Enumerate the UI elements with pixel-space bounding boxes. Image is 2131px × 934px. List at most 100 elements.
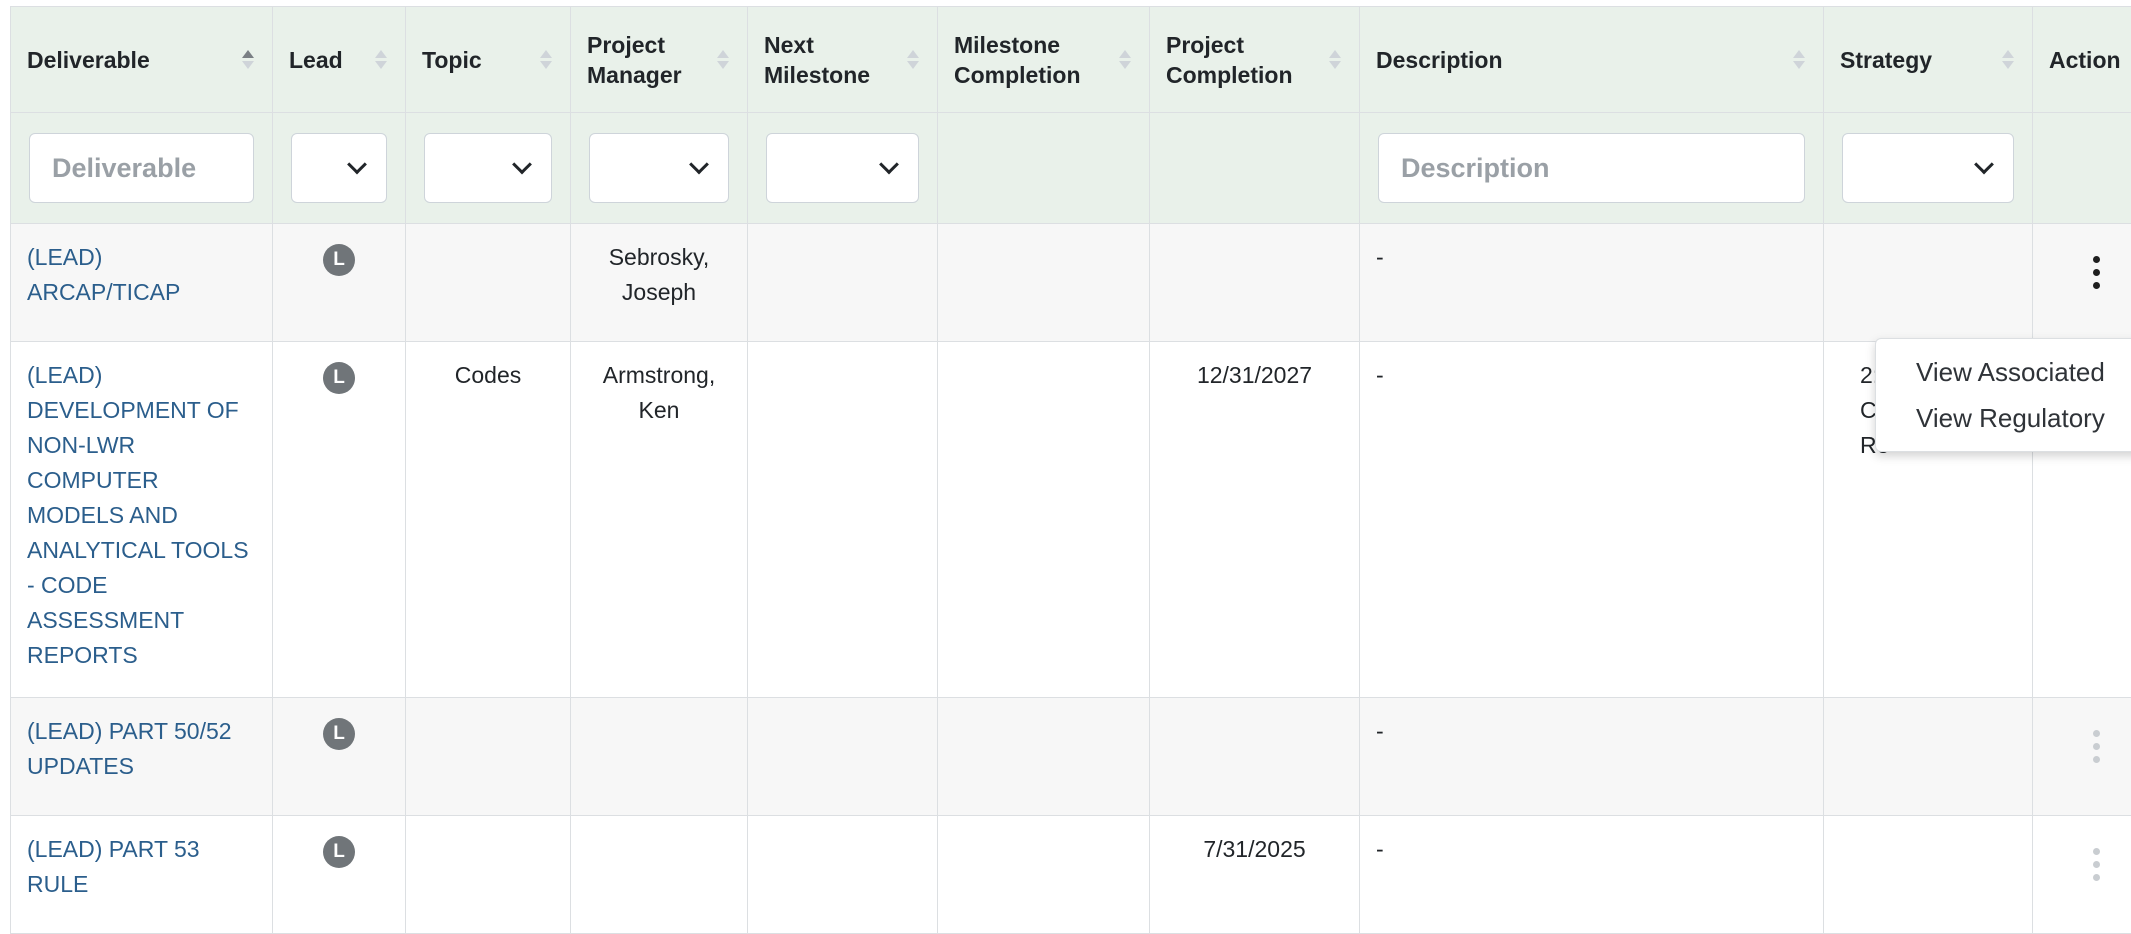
lead-badge: L <box>323 362 355 394</box>
filter-cell-lead <box>273 113 406 224</box>
filter-cell-topic <box>406 113 571 224</box>
filter-cell-next-milestone <box>748 113 938 224</box>
header-milestone-completion[interactable]: Milestone Completion <box>938 7 1150 113</box>
header-label: Deliverable <box>27 47 150 73</box>
deliverable-filter-input[interactable] <box>29 133 254 203</box>
header-label: Project Completion <box>1166 32 1293 88</box>
header-project-completion[interactable]: Project Completion <box>1150 7 1360 113</box>
header-label: Strategy <box>1840 47 1932 73</box>
topic-filter-select[interactable] <box>424 133 552 203</box>
milestone-completion-cell <box>938 816 1150 934</box>
sort-icon <box>540 45 552 75</box>
lead-badge: L <box>323 836 355 868</box>
description-cell: - <box>1360 224 1824 342</box>
milestone-completion-cell <box>938 698 1150 816</box>
view-regulatory-menu-item[interactable]: View Regulatory <box>1876 395 2131 441</box>
more-options-icon[interactable] <box>2049 240 2131 289</box>
project-completion-cell: 7/31/2025 <box>1150 816 1360 934</box>
strategy-cell <box>1824 224 2033 342</box>
description-cell: - <box>1360 342 1824 698</box>
more-options-icon[interactable] <box>2049 714 2131 763</box>
sort-icon <box>1119 45 1131 75</box>
strategy-filter-select[interactable] <box>1842 133 2014 203</box>
header-row: Deliverable Lead Topic Project Manager N… <box>11 7 2131 113</box>
filter-cell-project-completion <box>1150 113 1360 224</box>
topic-cell: Codes <box>406 342 571 698</box>
description-cell: - <box>1360 816 1824 934</box>
next-milestone-filter-select[interactable] <box>766 133 919 203</box>
project-manager-cell: Armstrong, Ken <box>571 342 748 698</box>
header-label: Milestone Completion <box>954 32 1081 88</box>
chevron-down-icon <box>347 155 367 175</box>
topic-cell <box>406 816 571 934</box>
lead-filter-select[interactable] <box>291 133 387 203</box>
action-cell <box>2033 698 2131 816</box>
project-manager-filter-select[interactable] <box>589 133 729 203</box>
deliverable-cell: (LEAD) DEVELOPMENT OF NON-LWR COMPUTER M… <box>11 342 273 698</box>
lead-cell: L <box>273 342 406 698</box>
more-options-icon[interactable] <box>2049 832 2131 881</box>
view-associated-menu-item[interactable]: View Associated <box>1876 349 2131 395</box>
header-deliverable[interactable]: Deliverable <box>11 7 273 113</box>
table-row: (LEAD) PART 53 RULE L 7/31/2025 - <box>11 816 2131 934</box>
header-project-manager[interactable]: Project Manager <box>571 7 748 113</box>
header-description[interactable]: Description <box>1360 7 1824 113</box>
header-label: Next Milestone <box>764 32 870 88</box>
sort-icon <box>1793 45 1805 75</box>
chevron-down-icon <box>879 155 899 175</box>
filter-cell-deliverable <box>11 113 273 224</box>
action-cell <box>2033 224 2131 342</box>
description-cell: - <box>1360 698 1824 816</box>
sort-icon <box>907 45 919 75</box>
header-topic[interactable]: Topic <box>406 7 571 113</box>
sort-icon <box>1329 45 1341 75</box>
chevron-down-icon <box>689 155 709 175</box>
table-row: (LEAD) ARCAP/TICAP L Sebrosky, Joseph - <box>11 224 2131 342</box>
header-label: Action <box>2049 47 2121 73</box>
sort-icon <box>2002 45 2014 75</box>
deliverable-cell: (LEAD) PART 50/52 UPDATES <box>11 698 273 816</box>
project-manager-cell <box>571 816 748 934</box>
filter-cell-strategy <box>1824 113 2033 224</box>
project-completion-cell <box>1150 224 1360 342</box>
filter-cell-action <box>2033 113 2131 224</box>
strategy-cell <box>1824 698 2033 816</box>
filter-cell-project-manager <box>571 113 748 224</box>
topic-cell <box>406 698 571 816</box>
deliverable-link[interactable]: (LEAD) PART 53 RULE <box>27 836 200 897</box>
header-label: Topic <box>422 47 482 73</box>
deliverable-cell: (LEAD) ARCAP/TICAP <box>11 224 273 342</box>
project-completion-cell <box>1150 698 1360 816</box>
project-completion-cell: 12/31/2027 <box>1150 342 1360 698</box>
header-strategy[interactable]: Strategy <box>1824 7 2033 113</box>
milestone-completion-cell <box>938 224 1150 342</box>
next-milestone-cell <box>748 816 938 934</box>
action-cell <box>2033 816 2131 934</box>
filter-cell-milestone-completion <box>938 113 1150 224</box>
header-lead[interactable]: Lead <box>273 7 406 113</box>
strategy-cell <box>1824 816 2033 934</box>
next-milestone-cell <box>748 698 938 816</box>
table-row: (LEAD) DEVELOPMENT OF NON-LWR COMPUTER M… <box>11 342 2131 698</box>
description-filter-input[interactable] <box>1378 133 1805 203</box>
deliverable-link[interactable]: (LEAD) ARCAP/TICAP <box>27 244 180 305</box>
sort-icon <box>375 45 387 75</box>
header-label: Description <box>1376 47 1503 73</box>
sort-icon <box>242 45 254 75</box>
deliverable-link[interactable]: (LEAD) PART 50/52 UPDATES <box>27 718 232 779</box>
lead-cell: L <box>273 224 406 342</box>
action-dropdown-menu: View Associated View Regulatory <box>1875 338 2131 452</box>
filter-row <box>11 113 2131 224</box>
deliverable-link[interactable]: (LEAD) DEVELOPMENT OF NON-LWR COMPUTER M… <box>27 362 249 668</box>
chevron-down-icon <box>512 155 532 175</box>
chevron-down-icon <box>1974 155 1994 175</box>
lead-cell: L <box>273 698 406 816</box>
lead-badge: L <box>323 244 355 276</box>
lead-cell: L <box>273 816 406 934</box>
header-label: Project Manager <box>587 32 682 88</box>
header-action: Action <box>2033 7 2131 113</box>
header-next-milestone[interactable]: Next Milestone <box>748 7 938 113</box>
next-milestone-cell <box>748 342 938 698</box>
project-manager-cell <box>571 698 748 816</box>
filter-cell-description <box>1360 113 1824 224</box>
